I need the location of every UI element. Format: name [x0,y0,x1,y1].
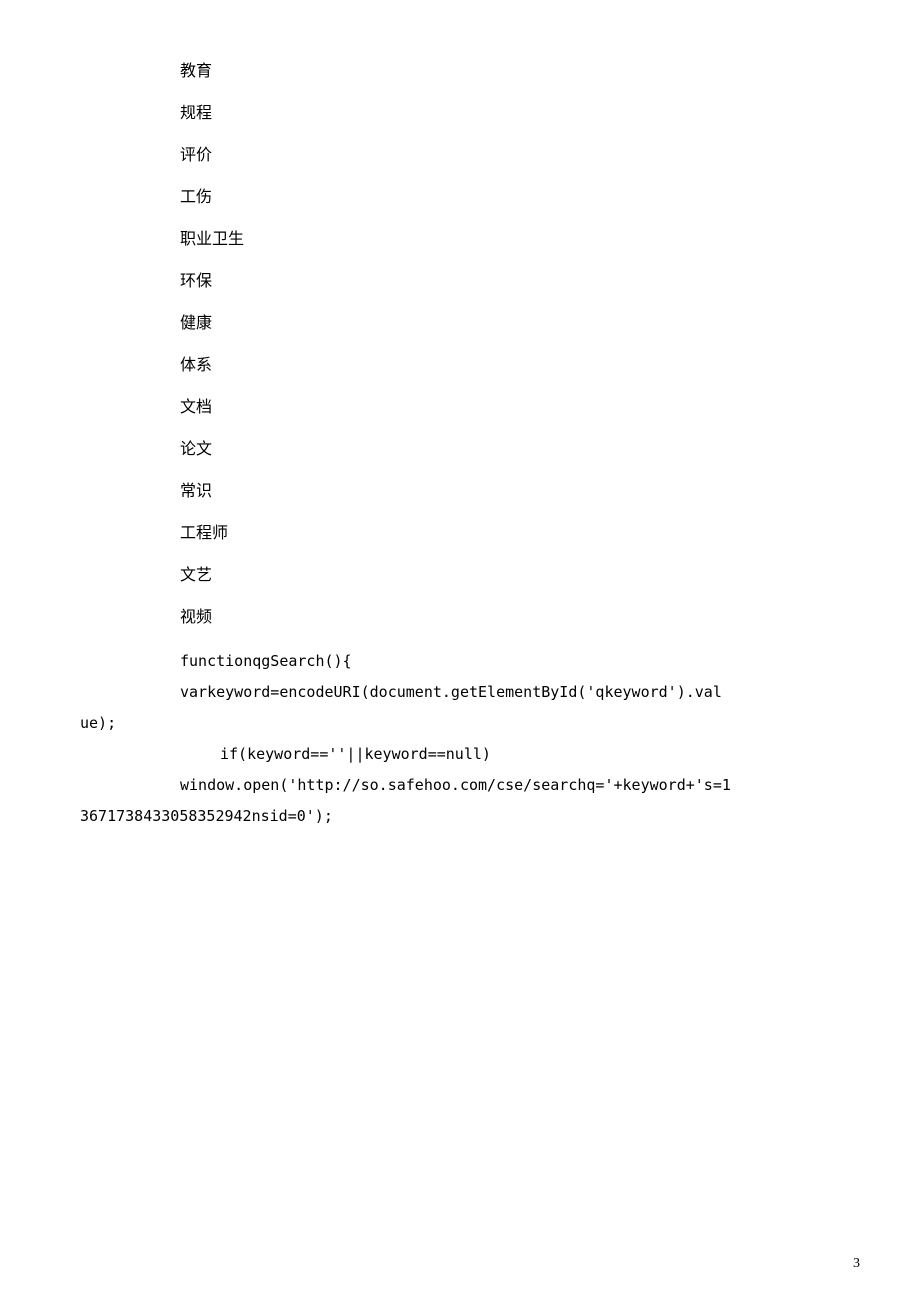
list-item: 职业卫生 [180,228,860,252]
list-item: 体系 [180,354,860,378]
code-line-4: window.open('http://so.safehoo.com/cse/s… [180,772,860,799]
list-item: 工伤 [180,186,860,210]
list-item: 论文 [180,438,860,462]
list-item: 教育 [180,60,860,84]
list-item: 文艺 [180,564,860,588]
list-item: 视频 [180,606,860,630]
code-block: functionqgSearch(){ varkeyword=encodeURI… [180,648,860,830]
list-item: 文档 [180,396,860,420]
list-item: 环保 [180,270,860,294]
list-item: 健康 [180,312,860,336]
code-line-4-cont: 367173843305835294​2nsid=0'); [80,803,860,830]
content-area: 教育 规程 评价 工伤 职业卫生 环保 健康 体系 文档 论文 常识 工程师 文… [180,60,860,830]
page-container: 教育 规程 评价 工伤 职业卫生 环保 健康 体系 文档 论文 常识 工程师 文… [0,0,920,1302]
list-item: 工程师 [180,522,860,546]
code-line-3: if(keyword==''||keyword==null) [220,741,860,768]
list-item: 常识 [180,480,860,504]
page-number: 3 [853,1256,860,1272]
code-line-2: varkeyword=encodeURI(document.getElement… [180,679,860,706]
list-item: 评价 [180,144,860,168]
code-line-2-cont: ue); [80,710,860,737]
list-item: 规程 [180,102,860,126]
code-line-1: functionqgSearch(){ [180,648,860,675]
